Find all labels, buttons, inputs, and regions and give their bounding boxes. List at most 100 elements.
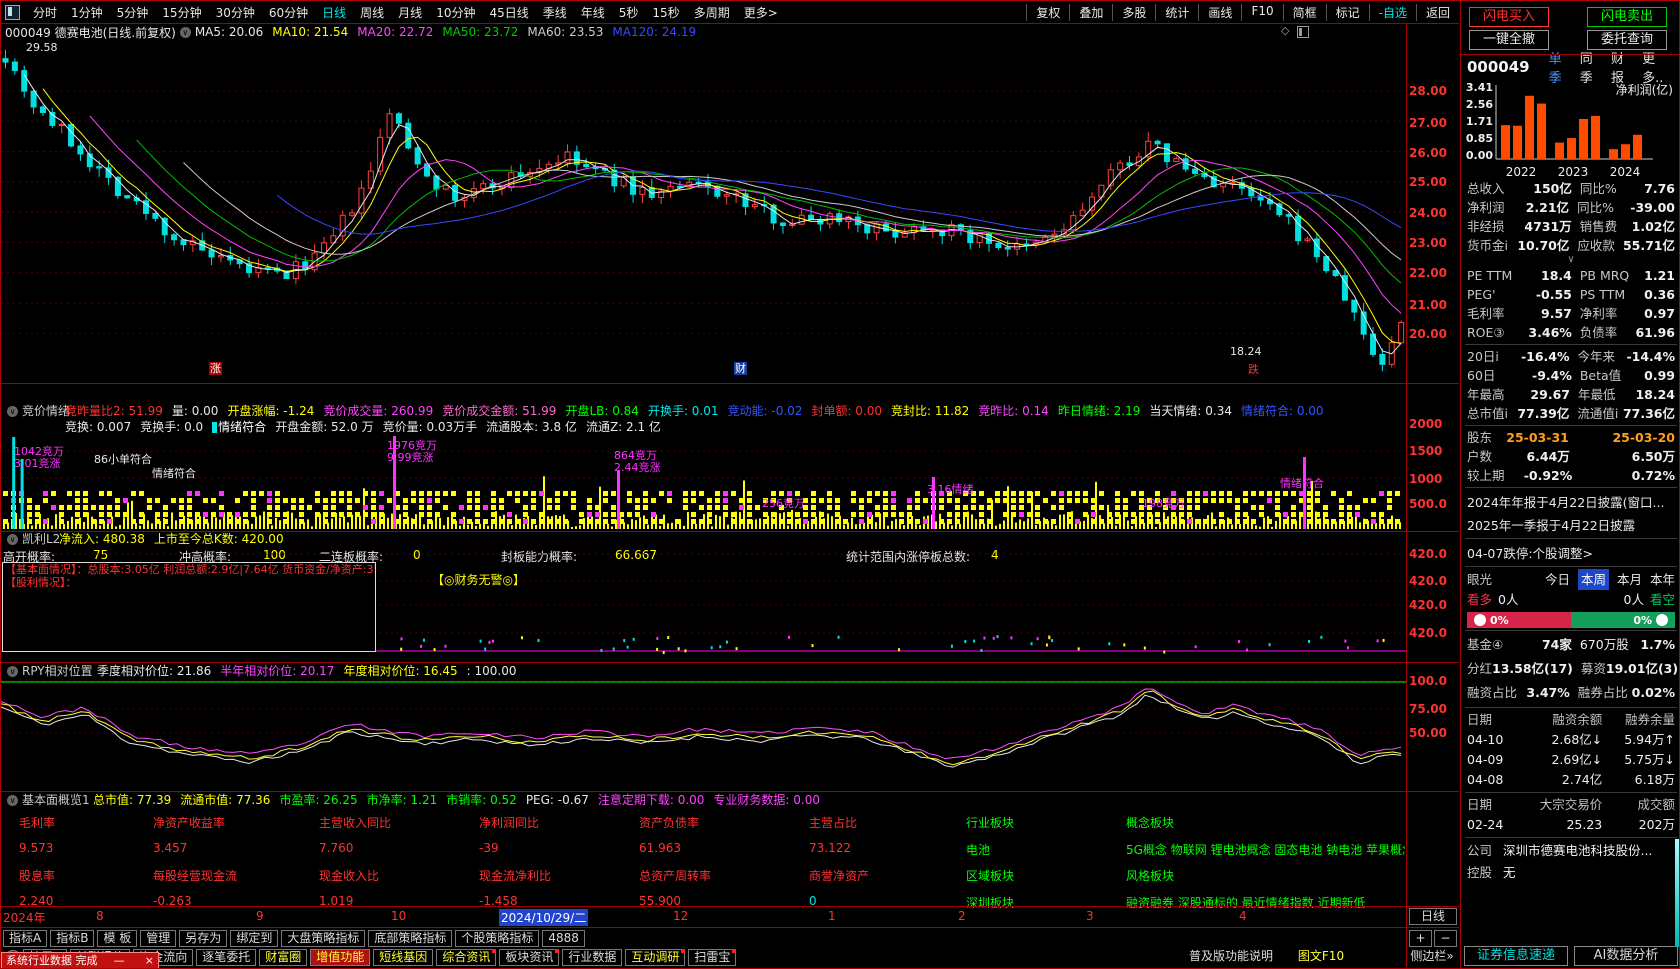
fund-col-header: 净利润同比 [479, 814, 539, 828]
auction-field: 竞昨比: 0.14 [978, 404, 1049, 418]
sentiment-tab[interactable]: 本月 [1617, 569, 1642, 590]
indicator-tab[interactable]: 管理 [140, 930, 176, 947]
xtick-label: 2024 [1599, 165, 1651, 179]
fund-value: 5G概念 物联网 锂电池概念 固态电池 钠电池 苹果概念 小米概念 消费电子概念… [1126, 841, 1405, 855]
period-menu-item[interactable]: 45日线 [482, 4, 535, 21]
panel-layout-icon[interactable] [1297, 26, 1309, 38]
collapse-icon[interactable]: ∨ [7, 534, 18, 545]
tools-menu-item[interactable]: 画线 [1198, 4, 1241, 21]
function-tab[interactable]: 短线基因 [373, 949, 433, 966]
period-menu-item[interactable]: 60分钟 [262, 4, 315, 21]
indicator-tab[interactable]: 4888 [542, 930, 585, 947]
collapse-icon[interactable]: ∨ [180, 27, 191, 38]
function-tab[interactable]: 互动调研 [625, 949, 685, 966]
fund-col-header: 每股经营现金流 [153, 867, 237, 881]
event-line[interactable]: 04-07跌停:个股调整> [1461, 541, 1680, 564]
minimize-icon[interactable]: — [110, 953, 129, 968]
period-menu-item[interactable]: 月线 [391, 4, 429, 21]
period-menu-item[interactable]: 30分钟 [209, 4, 262, 21]
bar-chart-xlabels: 202220232024 [1495, 165, 1655, 179]
help-link[interactable]: 普及版功能说明 [1181, 949, 1281, 964]
period-menu-item[interactable]: 多周期 [687, 4, 737, 21]
auction-field: 开换手: 0.01 [648, 404, 719, 418]
period-menu-item[interactable]: 10分钟 [429, 4, 482, 21]
f10-link[interactable]: 图文F10 [1291, 949, 1351, 964]
expand-icon[interactable]: ∨ [1461, 255, 1680, 266]
auction-marker-label: 86小单符合 [93, 453, 153, 466]
fund-value: 电池 [966, 841, 990, 855]
function-tab[interactable]: 财富圈 [259, 949, 307, 966]
indicator-tab[interactable]: 指标B [50, 930, 94, 947]
indicator-tab[interactable]: 底部策略指标 [368, 930, 452, 947]
trade-button-panel: 闪电买入 闪电卖出 一键全撤 委托查询 [1461, 1, 1680, 55]
kelly-field: 净流入: 480.38 [59, 532, 145, 546]
candlestick-chart[interactable] [1, 41, 1406, 383]
ma-legend: MA5: 20.06MA10: 21.54MA20: 22.72MA50: 23… [195, 25, 705, 39]
divider [1, 927, 1459, 928]
function-tab[interactable]: 增值功能 [310, 949, 370, 966]
function-tab[interactable]: 行业数据 [562, 949, 622, 966]
tools-menu-item[interactable]: 叠加 [1069, 4, 1112, 21]
fund-row2-headers: 股息率每股经营现金流现金收入比现金流净利比总资产周转率商誉净资产区域板块风格板块 [1, 867, 1405, 881]
function-tab[interactable]: 扫雷宝 [688, 949, 736, 966]
function-tab[interactable]: 逐笔委托 [196, 949, 256, 966]
axis-tick-label: 27.00 [1409, 116, 1447, 130]
period-menu-item[interactable]: 5秒 [612, 4, 646, 21]
period-menu-item[interactable]: 1分钟 [64, 4, 110, 21]
axis-tick-label: 420.0 [1409, 574, 1447, 588]
period-menu-item[interactable]: 更多> [737, 4, 785, 21]
tools-menu-item[interactable]: 标记 [1326, 4, 1369, 21]
news-line[interactable]: 2025年一季报于4月22日披露 [1461, 513, 1680, 536]
axis-tick-label: 1500 [1409, 444, 1442, 458]
sentiment-tab[interactable]: 本周 [1578, 569, 1609, 590]
divider [1465, 630, 1677, 631]
indicator-tab[interactable]: 另存为 [179, 930, 227, 947]
bottom-button[interactable]: AI数据分析 [1574, 946, 1678, 966]
auction-field: 昨日情绪: 2.19 [1058, 404, 1141, 418]
fund-col-header: 股息率 [19, 867, 55, 881]
bear-count: 0人 [1624, 590, 1644, 610]
fund-value: 9.573 [19, 841, 53, 855]
flash-buy-button[interactable]: 闪电买入 [1469, 7, 1549, 27]
window-icon[interactable] [5, 5, 20, 20]
auction-field: 情绪符合 [212, 420, 266, 434]
function-tab[interactable]: 综合资讯 [436, 949, 496, 966]
tools-menu-item[interactable]: 复权 [1026, 4, 1069, 21]
period-menu-item[interactable]: 日线 [315, 4, 353, 21]
finance-header: 000049 单季同季财报更多.. [1461, 55, 1680, 79]
collapse-icon[interactable]: ∨ [7, 406, 18, 417]
indicator-tab[interactable]: 指标A [3, 930, 47, 947]
period-menu-item[interactable]: 15秒 [645, 4, 686, 21]
tools-menu-item[interactable]: 统计 [1155, 4, 1198, 21]
period-menu-item[interactable]: 5分钟 [110, 4, 156, 21]
tools-menu-item[interactable]: 多股 [1112, 4, 1155, 21]
indicator-tab[interactable]: 模 板 [97, 930, 137, 947]
indicator-tab[interactable]: 个股策略指标 [455, 930, 539, 947]
indicator-tab[interactable]: 大盘策略指标 [281, 930, 365, 947]
period-menu-item[interactable]: 周线 [353, 4, 391, 21]
period-menu-item[interactable]: 15分钟 [155, 4, 208, 21]
indicator-tab[interactable]: 绑定到 [230, 930, 278, 947]
axis-tick-label: 26.00 [1409, 146, 1447, 160]
fund-value: 3.457 [153, 841, 187, 855]
rpy-field: 季度相对价位: 21.86 [97, 664, 211, 678]
flash-sell-button[interactable]: 闪电卖出 [1587, 7, 1667, 27]
function-tab[interactable]: 板块资讯 [499, 949, 559, 966]
tools-menu-item[interactable]: 简框 [1283, 4, 1326, 21]
period-menu-item[interactable]: 年线 [574, 4, 612, 21]
sentiment-tab[interactable]: 今日 [1545, 569, 1570, 590]
tools-menu-item[interactable]: F10 [1241, 4, 1282, 21]
collapse-icon[interactable]: ∨ [7, 666, 18, 677]
bottom-button[interactable]: 证券信息速递 [1464, 946, 1568, 966]
news-line[interactable]: 2024年年报于4月22日披露(窗口... [1461, 490, 1680, 513]
period-menu-item[interactable]: 季线 [536, 4, 574, 21]
scrollbar[interactable] [1675, 839, 1680, 947]
sentiment-tab[interactable]: 本年 [1650, 569, 1675, 590]
order-query-button[interactable]: 委托查询 [1587, 30, 1667, 50]
stat-row: 总市值i77.39亿流通值i77.36亿 [1461, 404, 1680, 423]
diamond-icon[interactable]: ◇ [1281, 24, 1289, 37]
period-menu-item[interactable]: 分时 [26, 4, 64, 21]
collapse-icon[interactable]: ∨ [7, 795, 18, 806]
close-icon[interactable]: × [141, 953, 158, 968]
cancel-all-button[interactable]: 一键全撤 [1469, 30, 1549, 50]
